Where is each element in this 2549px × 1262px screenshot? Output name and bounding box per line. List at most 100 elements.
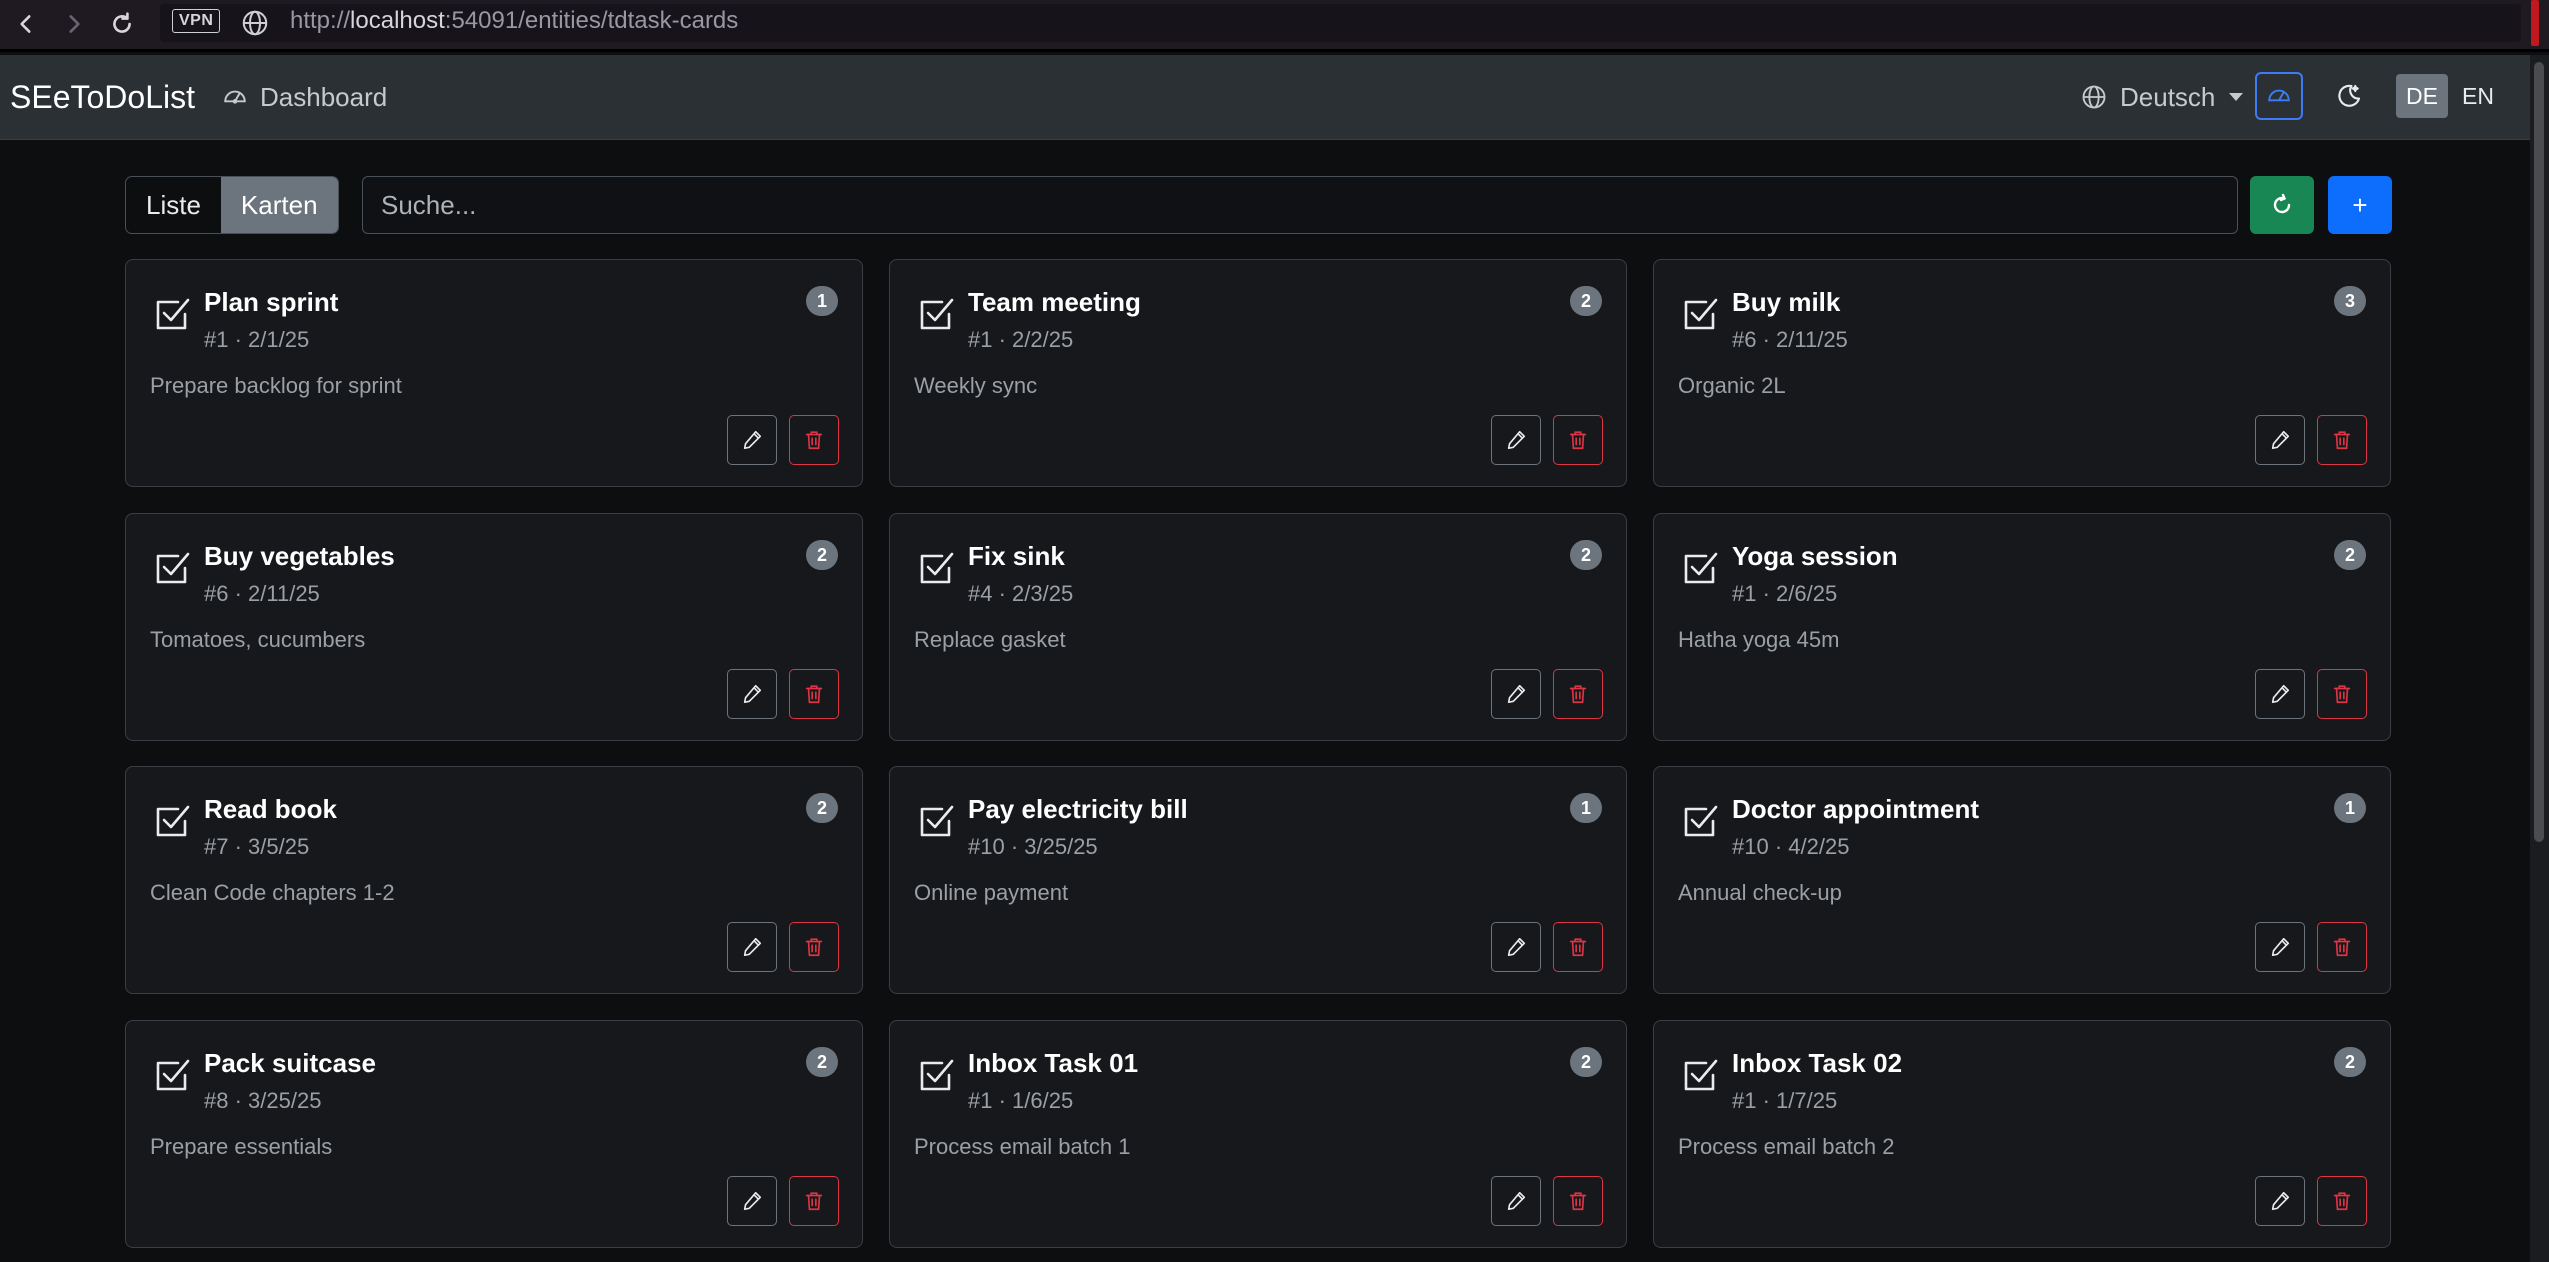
pencil-icon — [1505, 683, 1527, 705]
edit-button[interactable] — [2255, 415, 2305, 465]
search-input[interactable] — [363, 177, 2237, 233]
delete-button[interactable] — [789, 669, 839, 719]
dashboard-toggle-button[interactable] — [2255, 72, 2303, 120]
back-icon[interactable] — [8, 6, 44, 42]
scrollbar-thumb[interactable] — [2534, 62, 2544, 842]
edit-button[interactable] — [1491, 1176, 1541, 1226]
checkbox-checked-icon[interactable] — [916, 1055, 956, 1095]
edit-button[interactable] — [727, 669, 777, 719]
task-card[interactable]: Inbox Task 01 #1 · 1/6/25 Process email ba… — [889, 1020, 1627, 1248]
checkbox-checked-icon[interactable] — [152, 801, 192, 841]
delete-button[interactable] — [2317, 1176, 2367, 1226]
task-meta: #1 · 2/2/25 — [968, 327, 1074, 352]
edit-button[interactable] — [727, 1176, 777, 1226]
trash-icon — [803, 936, 825, 958]
language-dropdown[interactable]: Deutsch — [2080, 79, 2244, 115]
task-card[interactable]: Buy vegetables #6 · 2/11/25 Tomatoes, cucu… — [125, 513, 863, 741]
priority-badge: 1 — [2334, 793, 2366, 823]
trash-icon — [803, 429, 825, 451]
delete-button[interactable] — [2317, 922, 2367, 972]
url-path: :54091/entities/tdtask-cards — [444, 7, 739, 34]
view-cards-button[interactable]: Karten — [220, 177, 338, 233]
task-title: Doctor appointment — [1732, 794, 1979, 824]
edit-button[interactable] — [1491, 922, 1541, 972]
task-description: Prepare backlog for sprint — [150, 373, 402, 398]
task-card[interactable]: Read book #7 · 3/5/25 Clean Code chapters … — [125, 766, 863, 994]
task-card[interactable]: Fix sink #4 · 2/3/25 Replace gasket 2 — [889, 513, 1627, 741]
delete-button[interactable] — [789, 415, 839, 465]
trash-icon — [1567, 936, 1589, 958]
checkbox-checked-icon[interactable] — [916, 548, 956, 588]
site-info-globe-icon[interactable] — [240, 8, 270, 38]
task-title: Team meeting — [968, 287, 1141, 317]
task-meta: #1 · 1/7/25 — [1732, 1088, 1838, 1113]
task-title: Inbox Task 02 — [1732, 1048, 1903, 1078]
theme-toggle-button[interactable] — [2325, 72, 2373, 120]
delete-button[interactable] — [1553, 415, 1603, 465]
trash-icon — [2331, 1190, 2353, 1212]
lang-de-button[interactable]: DE — [2396, 74, 2448, 118]
vpn-badge[interactable]: VPN — [172, 9, 221, 33]
checkbox-checked-icon[interactable] — [152, 294, 192, 334]
view-list-button[interactable]: Liste — [126, 177, 221, 233]
search-field[interactable] — [362, 176, 2238, 234]
task-card[interactable]: Doctor appointment #10 · 4/2/25 Annual che… — [1653, 766, 2391, 994]
task-description: Process email batch 1 — [914, 1134, 1131, 1159]
task-card[interactable]: Plan sprint #1 · 2/1/25 Prepare backlog fo… — [125, 259, 863, 487]
checkbox-checked-icon[interactable] — [1680, 294, 1720, 334]
task-card[interactable]: Buy milk #6 · 2/11/25 Organic 2L 3 — [1653, 259, 2391, 487]
checkbox-checked-icon[interactable] — [152, 548, 192, 588]
task-title: Pay electricity bill — [968, 794, 1188, 824]
edit-button[interactable] — [2255, 669, 2305, 719]
delete-button[interactable] — [1553, 1176, 1603, 1226]
edit-button[interactable] — [1491, 415, 1541, 465]
task-description: Prepare essentials — [150, 1134, 333, 1159]
brand-logo[interactable]: SEeToDoList — [10, 77, 195, 117]
pencil-icon — [741, 936, 763, 958]
checkbox-checked-icon[interactable] — [1680, 801, 1720, 841]
task-meta: #4 · 2/3/25 — [968, 581, 1074, 606]
dashboard-link[interactable]: Dashboard — [222, 81, 387, 113]
edit-button[interactable] — [727, 415, 777, 465]
chevron-down-icon — [2229, 93, 2244, 101]
task-meta: #1 · 2/1/25 — [204, 327, 310, 352]
edit-button[interactable] — [727, 922, 777, 972]
task-meta: #1 · 2/6/25 — [1732, 581, 1838, 606]
task-title: Inbox Task 01 — [968, 1048, 1139, 1078]
task-description: Annual check-up — [1678, 880, 1842, 905]
delete-button[interactable] — [2317, 669, 2367, 719]
task-card[interactable]: Inbox Task 02 #1 · 1/7/25 Process email ba… — [1653, 1020, 2391, 1248]
checkbox-checked-icon[interactable] — [1680, 1055, 1720, 1095]
task-card[interactable]: Pay electricity bill #10 · 3/25/25 Online … — [889, 766, 1627, 994]
checkbox-checked-icon[interactable] — [1680, 548, 1720, 588]
pencil-icon — [741, 429, 763, 451]
checkbox-checked-icon[interactable] — [152, 1055, 192, 1095]
task-card[interactable]: Yoga session #1 · 2/6/25 Hatha yoga 45m 2 — [1653, 513, 2391, 741]
lang-en-button[interactable]: EN — [2452, 74, 2504, 118]
checkbox-checked-icon[interactable] — [916, 801, 956, 841]
delete-button[interactable] — [1553, 922, 1603, 972]
reload-icon[interactable] — [104, 6, 140, 42]
delete-button[interactable] — [2317, 415, 2367, 465]
task-card[interactable]: Pack suitcase #8 · 3/25/25 Prepare essenti… — [125, 1020, 863, 1248]
task-meta: #6 · 2/11/25 — [1732, 327, 1848, 352]
speedometer-icon — [224, 90, 246, 104]
delete-button[interactable] — [789, 1176, 839, 1226]
delete-button[interactable] — [789, 922, 839, 972]
task-card[interactable]: Team meeting #1 · 2/2/25 Weekly sync 2 — [889, 259, 1627, 487]
speedometer-icon — [2268, 89, 2290, 102]
delete-button[interactable] — [1553, 669, 1603, 719]
forward-icon[interactable] — [56, 6, 92, 42]
task-description: Online payment — [914, 880, 1069, 905]
task-meta: #7 · 3/5/25 — [204, 834, 310, 859]
edit-button[interactable] — [2255, 922, 2305, 972]
add-task-button[interactable]: + — [2328, 176, 2392, 234]
edit-button[interactable] — [1491, 669, 1541, 719]
priority-badge: 2 — [2334, 540, 2366, 570]
refresh-button[interactable] — [2250, 176, 2314, 234]
pencil-icon — [1505, 1190, 1527, 1212]
url-text[interactable]: http://localhost:54091/entities/tdtask-c… — [290, 6, 738, 36]
edit-button[interactable] — [2255, 1176, 2305, 1226]
trash-icon — [2331, 683, 2353, 705]
checkbox-checked-icon[interactable] — [916, 294, 956, 334]
